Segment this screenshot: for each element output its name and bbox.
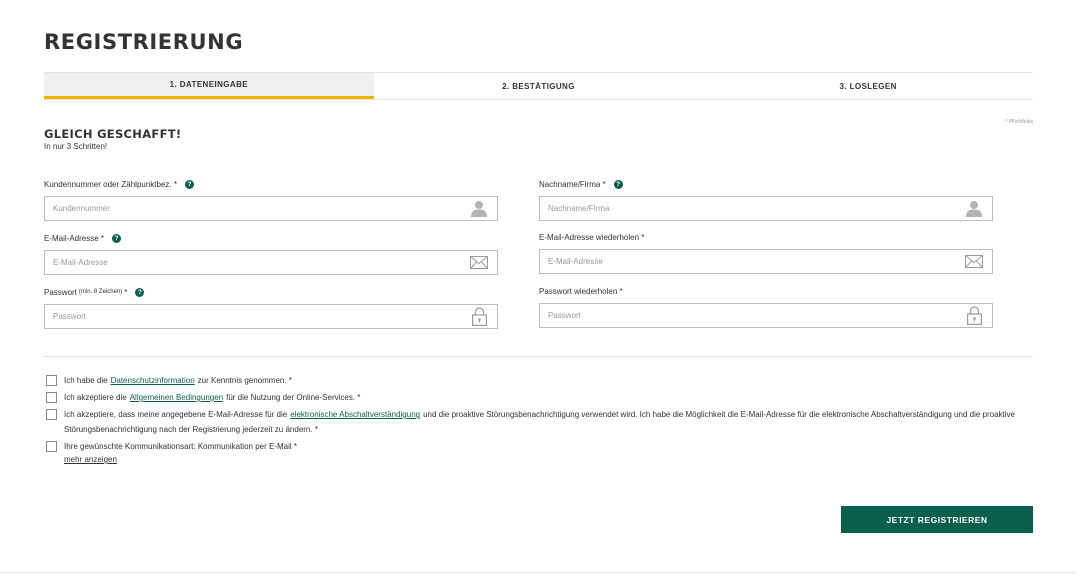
datenschutz-text: Ich habe die: [64, 376, 108, 385]
agb-text: Ich akzeptiere die: [64, 393, 127, 402]
lock-icon: [469, 307, 489, 326]
user-icon: [469, 200, 489, 218]
user-icon: [964, 200, 984, 218]
nachname-input[interactable]: [548, 204, 964, 213]
kundennummer-label: Kundennummer oder Zählpunktbez. *: [44, 179, 177, 189]
agb-consent: Ich akzeptiere die Allgemeinen Bedingunge…: [46, 390, 360, 405]
step-indicator: 1. DATENEINGABE 2. BESTÄTIGUNG 3. LOSLEG…: [44, 72, 1033, 100]
kundennummer-field-group: Kundennummer oder Zählpunktbez. * ?: [44, 178, 498, 221]
email-field-group: E-Mail-Adresse * ?: [44, 232, 498, 275]
footer-divider: [0, 572, 1076, 573]
abschalt-checkbox[interactable]: [46, 409, 57, 420]
email-input[interactable]: [53, 258, 469, 267]
abschalt-link[interactable]: elektronische Abschaltverständigung: [290, 410, 420, 419]
agb-checkbox[interactable]: [46, 392, 57, 403]
datenschutz-text-end: zur Kenntnis genommen. *: [197, 376, 292, 385]
divider: [44, 356, 1033, 357]
section-title: GLEICH GESCHAFFT!: [44, 127, 182, 141]
mehr-anzeigen-link[interactable]: mehr anzeigen: [64, 452, 117, 467]
abschalt-text: Ich akzeptiere, dass meine angegebene E-…: [64, 410, 288, 419]
kundennummer-input[interactable]: [53, 204, 469, 213]
email-repeat-input[interactable]: [548, 257, 964, 266]
envelope-icon: [964, 253, 984, 271]
passwort-repeat-field-group: Passwort wiederholen *: [539, 285, 993, 328]
lock-icon: [964, 306, 984, 325]
passwort-field-group: Passwort (min. 8 Zeichen) * ?: [44, 286, 498, 329]
abschalt-consent: Ich akzeptiere, dass meine angegebene E-…: [46, 407, 1021, 437]
email-label: E-Mail-Adresse *: [44, 233, 105, 243]
page-title: REGISTRIERUNG: [44, 30, 244, 54]
help-icon[interactable]: ?: [112, 233, 122, 243]
required-fields-note: * Pflichtfelds: [1005, 119, 1033, 125]
datenschutz-link[interactable]: Datenschutzinformation: [111, 376, 195, 385]
datenschutz-checkbox[interactable]: [46, 375, 57, 386]
step-loslegen: 3. LOSLEGEN: [839, 81, 897, 91]
help-icon[interactable]: ?: [613, 179, 623, 189]
passwort-hint: (min. 8 Zeichen): [78, 289, 123, 295]
nachname-field-group: Nachname/Firma * ?: [539, 178, 993, 221]
email-repeat-field-group: E-Mail-Adresse wiederholen *: [539, 231, 993, 274]
envelope-icon: [469, 254, 489, 272]
datenschutz-consent: Ich habe die Datenschutzinformation zur Ke…: [46, 373, 292, 388]
step-bestaetigung: 2. BESTÄTIGUNG: [502, 81, 575, 91]
passwort-required-mark: *: [124, 287, 128, 297]
passwort-label: Passwort: [44, 287, 77, 297]
kommunikation-checkbox[interactable]: [46, 441, 57, 452]
agb-link[interactable]: Allgemeinen Bedingungen: [130, 393, 223, 402]
email-repeat-label: E-Mail-Adresse wiederholen *: [539, 232, 645, 242]
help-icon[interactable]: ?: [184, 179, 194, 189]
section-subtitle: In nur 3 Schritten!: [44, 142, 108, 151]
register-button[interactable]: JETZT REGISTRIEREN: [841, 506, 1033, 533]
passwort-input[interactable]: [53, 312, 469, 321]
passwort-repeat-label: Passwort wiederholen *: [539, 286, 623, 296]
help-icon[interactable]: ?: [135, 287, 145, 297]
passwort-repeat-input[interactable]: [548, 311, 964, 320]
agb-text-end: für die Nutzung der Online-Services. *: [226, 393, 361, 402]
step-dateneingabe: 1. DATENEINGABE: [44, 73, 374, 99]
nachname-label: Nachname/Firma *: [539, 179, 606, 189]
